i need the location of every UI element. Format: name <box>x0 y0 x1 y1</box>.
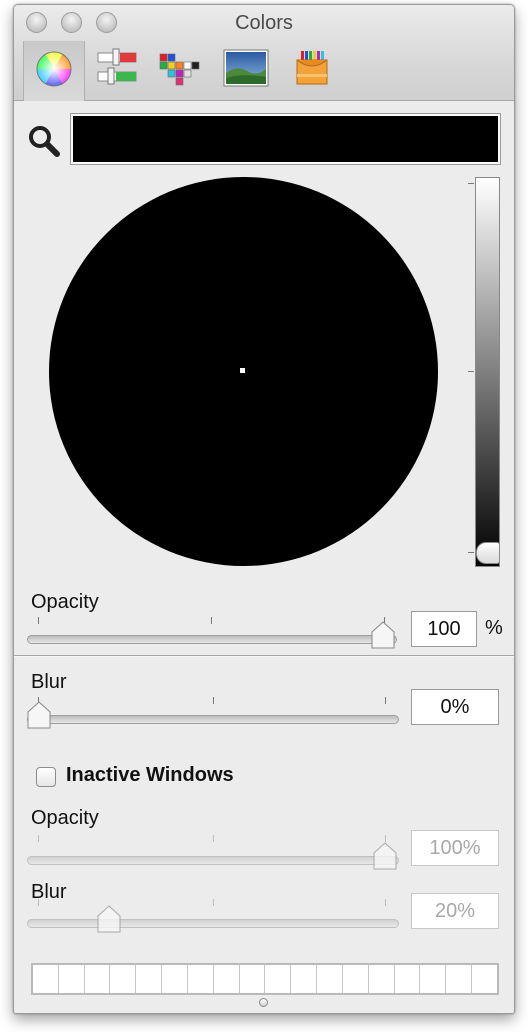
inactive-opacity-label: Opacity <box>31 807 99 829</box>
inactive-blur-label: Blur <box>31 881 67 903</box>
color-swatch-slot[interactable] <box>265 965 292 993</box>
blur-slider[interactable] <box>27 715 399 724</box>
color-swatch-slot[interactable] <box>446 965 473 993</box>
tab-color-sliders[interactable] <box>94 47 142 93</box>
color-wheel[interactable] <box>49 177 438 566</box>
opacity-value-field[interactable]: 100 <box>411 611 477 647</box>
inactive-opacity-slider-knob[interactable] <box>373 842 397 870</box>
color-swatch-slot[interactable] <box>420 965 447 993</box>
color-swatch-slot[interactable] <box>85 965 111 993</box>
opacity-unit: % <box>485 617 503 639</box>
brightness-tick <box>468 552 474 553</box>
sliders-icon <box>96 48 140 93</box>
color-swatch-slot[interactable] <box>110 965 137 993</box>
tab-image-palettes[interactable] <box>222 47 270 93</box>
color-swatch-slot[interactable] <box>343 965 369 993</box>
color-swatch-slot[interactable] <box>188 965 214 993</box>
color-swatch-slot[interactable] <box>162 965 188 993</box>
tab-color-wheel[interactable] <box>23 41 85 101</box>
color-swatch-slot[interactable] <box>240 965 266 993</box>
color-swatch-slot[interactable] <box>317 965 343 993</box>
opacity-tick <box>38 617 39 624</box>
inactive-blur-slider[interactable] <box>27 919 399 928</box>
resize-handle[interactable] <box>259 998 268 1007</box>
inactive-opacity-value-field[interactable]: 100% <box>411 830 499 866</box>
blur-value-field[interactable]: 0% <box>411 689 499 725</box>
inactive-opacity-tick <box>38 835 39 842</box>
crayon-box-icon <box>292 48 332 93</box>
inactive-windows-label: Inactive Windows <box>66 764 234 786</box>
window-title: Colors <box>235 12 293 34</box>
inactive-blur-tick <box>385 899 386 906</box>
brightness-tick <box>468 183 474 184</box>
inactive-blur-tick <box>38 899 39 906</box>
inactive-opacity-tick <box>213 835 214 842</box>
brightness-slider-knob[interactable] <box>476 542 500 564</box>
opacity-label: Opacity <box>31 591 99 613</box>
tab-crayons[interactable] <box>288 47 336 93</box>
color-swatch-slot[interactable] <box>136 965 163 993</box>
opacity-slider[interactable] <box>27 635 397 644</box>
current-color-well[interactable] <box>70 113 501 165</box>
palette-grid-icon <box>156 48 204 93</box>
blur-tick <box>213 697 214 704</box>
color-wheel-icon <box>35 50 73 93</box>
color-swatch-strip <box>31 963 499 995</box>
color-wheel-cursor <box>240 368 245 373</box>
color-swatch-slot[interactable] <box>395 965 421 993</box>
tab-color-palettes[interactable] <box>156 47 204 93</box>
magnifier-icon[interactable] <box>26 123 62 159</box>
brightness-slider[interactable] <box>475 177 500 567</box>
colors-window: Colors Opacity 100 % Blur 0% Inactive Wi… <box>13 4 515 1014</box>
color-swatch-slot[interactable] <box>59 965 85 993</box>
inactive-blur-tick <box>213 899 214 906</box>
inactive-opacity-tick <box>385 835 386 842</box>
color-swatch-slot[interactable] <box>214 965 240 993</box>
section-divider <box>14 655 514 657</box>
inactive-windows-checkbox[interactable] <box>36 767 56 787</box>
blur-label: Blur <box>31 671 67 693</box>
blur-slider-knob[interactable] <box>27 701 51 729</box>
title-toolbar: Colors <box>14 5 514 101</box>
color-swatch-slot[interactable] <box>33 965 59 993</box>
color-swatch-slot[interactable] <box>472 965 497 993</box>
inactive-blur-value-field[interactable]: 20% <box>411 893 499 929</box>
inactive-opacity-slider[interactable] <box>27 856 399 865</box>
inactive-blur-slider-knob[interactable] <box>97 905 121 933</box>
brightness-tick <box>468 371 474 372</box>
color-swatch-slot[interactable] <box>369 965 395 993</box>
landscape-image-icon <box>223 49 269 92</box>
blur-tick <box>385 697 386 704</box>
color-swatch-slot[interactable] <box>291 965 318 993</box>
opacity-tick <box>211 617 212 624</box>
opacity-slider-knob[interactable] <box>371 621 395 649</box>
